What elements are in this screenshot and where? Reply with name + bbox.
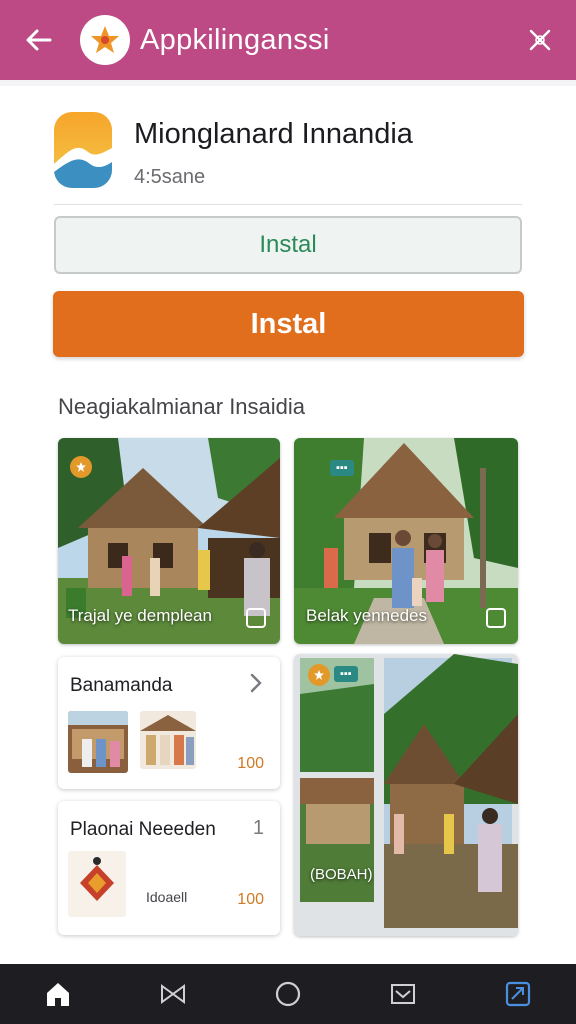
nav-inbox[interactable] [379,970,427,1018]
list-count: 100 [237,755,264,772]
flower-icon [91,26,119,53]
tag-badge: ▪▪▪ [334,666,358,682]
recent-apps-icon [506,981,531,1007]
app-name: Mionglanard Innandia [134,118,413,150]
gallery-icon[interactable] [486,608,506,628]
photo-card[interactable]: Trajal ye demplean [58,438,280,644]
gallery-icon[interactable] [246,608,266,628]
list-title: Banamanda [70,675,173,696]
app-rating: 4:5sane [134,166,206,188]
divider [54,204,522,205]
content-sheet: Mionglanard Innandia 4:5sane Instal Inst… [0,86,576,964]
photo-caption: (BOBAH) [310,866,373,883]
app-icon [54,112,112,188]
bowtie-icon [160,984,185,1004]
topbar-title: Appkilinganssi [140,23,330,56]
home-icon [46,983,69,1006]
section-title: Neagiakalmianar Insaidia [58,394,306,419]
chevron-right-icon[interactable] [246,671,266,695]
bottom-navigation [0,964,576,1024]
pattern-logo-icon [68,851,126,917]
app-header: Mionglanard Innandia 4:5sane [54,112,522,206]
nav-home[interactable] [34,970,82,1018]
list-title: Plaonai Neeeden [70,819,216,840]
back-button[interactable] [0,0,78,80]
close-button[interactable] [522,22,558,58]
app-screen: Appkilinganssi Mionglanard Innandia 4:5s… [0,0,576,1024]
list-card[interactable]: Plaonai Neeeden 1 Idoaell 100 [58,801,280,935]
tag-badge: ▪▪▪ [330,460,354,476]
list-badge: 1 [252,817,264,839]
photo-caption: Trajal ye demplean [68,606,212,625]
photo-card[interactable]: ▪▪▪ (BOBAH) [294,654,518,936]
village-photo [294,654,518,936]
list-card[interactable]: Banamanda 100 [58,657,280,789]
photo-card[interactable]: ▪▪▪ Belak yennedes [294,438,518,644]
photo-caption: Belak yennedes [306,606,427,625]
arrow-left-icon [26,29,52,51]
list-meta: Idoaell [146,889,188,905]
list-count: 100 [237,891,264,908]
nav-home-circle[interactable] [264,970,312,1018]
thumbnail[interactable] [68,851,126,917]
inbox-icon [391,984,416,1004]
app-logo [80,15,130,65]
close-icon [529,29,551,51]
star-badge-icon [308,664,330,686]
circle-icon [275,981,301,1007]
thumbnail[interactable] [68,711,128,773]
top-app-bar: Appkilinganssi [0,0,576,80]
star-badge-icon [70,456,92,478]
install-outline-button[interactable]: Instal [54,216,522,274]
nav-second[interactable] [149,970,197,1018]
install-button[interactable]: Instal [53,291,524,357]
nav-recent[interactable] [494,970,542,1018]
thumbnail[interactable] [140,711,196,769]
